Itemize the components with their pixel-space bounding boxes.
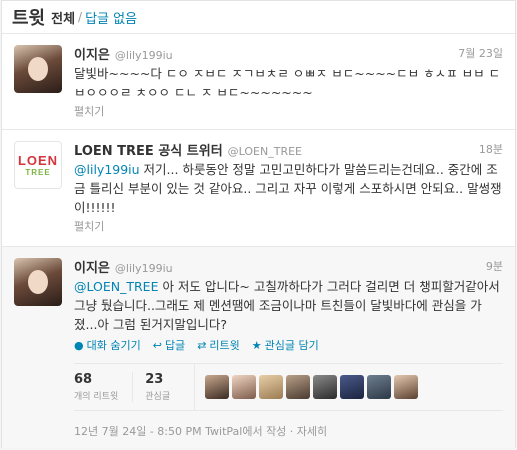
favorite-action[interactable]: ★ 관심글 담기	[252, 337, 319, 353]
retweeter-avatar[interactable]	[259, 375, 284, 399]
favorite-stat[interactable]: 23 관심글	[132, 372, 184, 402]
tweet-item[interactable]: 이지은 @lily199iu 7월 23일 달빛바~~~~다 ㄷㅇ ㅈㅂㄷ ㅈㄱ…	[2, 34, 515, 130]
tweet-header: 이지은 @lily199iu	[74, 257, 503, 276]
hide-conversation-action[interactable]: ● 대화 숨기기	[74, 337, 141, 353]
retweeter-avatar[interactable]	[286, 375, 311, 399]
user-name[interactable]: 이지은	[74, 44, 110, 63]
tweet-timestamp[interactable]: 9분	[486, 258, 503, 274]
retweeter-avatar[interactable]	[232, 375, 257, 399]
retweeter-avatars	[194, 364, 419, 410]
reply-arrow-icon: ↩	[152, 338, 162, 352]
tweets-panel: 트윗 전체 / 답글 없음 이지은 @lily199iu 7월 23일 달빛바~…	[1, 0, 516, 448]
mention-link[interactable]: @LOEN_TREE	[74, 279, 158, 294]
tweet-text: @LOEN_TREE 아 저도 압니다~ 고칠까하다가 그러다 걸리면 더 챙피…	[74, 277, 503, 334]
user-name[interactable]: LOEN TREE 공식 트위터	[74, 140, 223, 159]
tweet-timestamp[interactable]: 7월 23일	[458, 45, 503, 61]
favorite-count[interactable]: 23	[145, 372, 170, 387]
retweet-label[interactable]: 리트윗	[209, 337, 239, 353]
filter-separator: /	[78, 10, 83, 24]
filter-no-replies-link[interactable]: 답글 없음	[85, 8, 137, 27]
tweet-text: 달빛바~~~~다 ㄷㅇ ㅈㅂㄷ ㅈㄱㅂㅊㄹ ㅇㅃㅈ ㅂㄷ~~~~ㄷㅂ ㅎㅅㅍ ㅂ…	[74, 66, 501, 100]
avatar[interactable]	[14, 258, 62, 306]
retweet-count-label: 개의 리트윗	[74, 392, 119, 402]
tweet-actions: ● 대화 숨기기 ↩ 답글 ⇄ 리트윗 ★ 관심글 담기	[74, 337, 503, 353]
tweet-header: 이지은 @lily199iu	[74, 44, 503, 63]
avatar[interactable]	[14, 45, 62, 93]
tweet-item[interactable]: LOEN TREE LOEN TREE 공식 트위터 @LOEN_TREE 18…	[2, 130, 515, 247]
hide-conversation-label[interactable]: 대화 숨기기	[87, 337, 141, 353]
speech-bubble-icon: ●	[74, 338, 84, 352]
mention-link[interactable]: @lily199iu	[74, 162, 140, 177]
user-handle[interactable]: @LOEN_TREE	[228, 145, 302, 158]
favorite-count-label: 관심글	[145, 392, 171, 402]
user-handle[interactable]: @lily199iu	[115, 49, 173, 62]
expand-link[interactable]: 펼치기	[74, 218, 503, 234]
tree-logo-text: TREE	[25, 168, 51, 177]
tweet-text: @lily199iu 저기... 하룻동안 정말 고민고민하다가 말씀드리는건데…	[74, 160, 503, 217]
expand-link[interactable]: 펼치기	[74, 103, 503, 119]
tweets-title: 트윗	[12, 8, 46, 29]
tweet-header: LOEN TREE 공식 트위터 @LOEN_TREE	[74, 140, 503, 159]
favorite-label[interactable]: 관심글 담기	[265, 337, 319, 353]
star-icon: ★	[251, 338, 262, 352]
retweeter-avatar[interactable]	[367, 375, 392, 399]
tweet-item-expanded[interactable]: 이지은 @lily199iu 9분 @LOEN_TREE 아 저도 압니다~ 고…	[2, 247, 515, 448]
retweeter-avatar[interactable]	[340, 375, 365, 399]
retweeter-avatar[interactable]	[205, 375, 230, 399]
tweet-meta: 12년 7월 24일 - 8:50 PM TwitPal에서 작성 · 자세히	[74, 425, 328, 438]
retweeter-avatar[interactable]	[394, 375, 419, 399]
retweet-action[interactable]: ⇄ 리트윗	[197, 337, 240, 353]
avatar[interactable]: LOEN TREE	[14, 141, 62, 189]
filter-all[interactable]: 전체	[51, 8, 75, 27]
user-name[interactable]: 이지은	[74, 257, 110, 276]
reply-label[interactable]: 답글	[165, 337, 185, 353]
loen-logo-text: LOEN	[17, 153, 59, 168]
retweet-stat[interactable]: 68 개의 리트윗	[74, 372, 132, 402]
tweets-header: 트윗 전체 / 답글 없음	[2, 1, 515, 34]
retweet-count[interactable]: 68	[74, 372, 118, 387]
retweeter-avatar[interactable]	[313, 375, 338, 399]
tweet-stats: 68 개의 리트윗 23 관심글	[74, 363, 503, 411]
reply-action[interactable]: ↩ 답글	[153, 337, 185, 353]
tweet-timestamp[interactable]: 18분	[479, 141, 503, 157]
user-handle[interactable]: @lily199iu	[115, 262, 173, 275]
retweet-icon: ⇄	[197, 338, 207, 352]
